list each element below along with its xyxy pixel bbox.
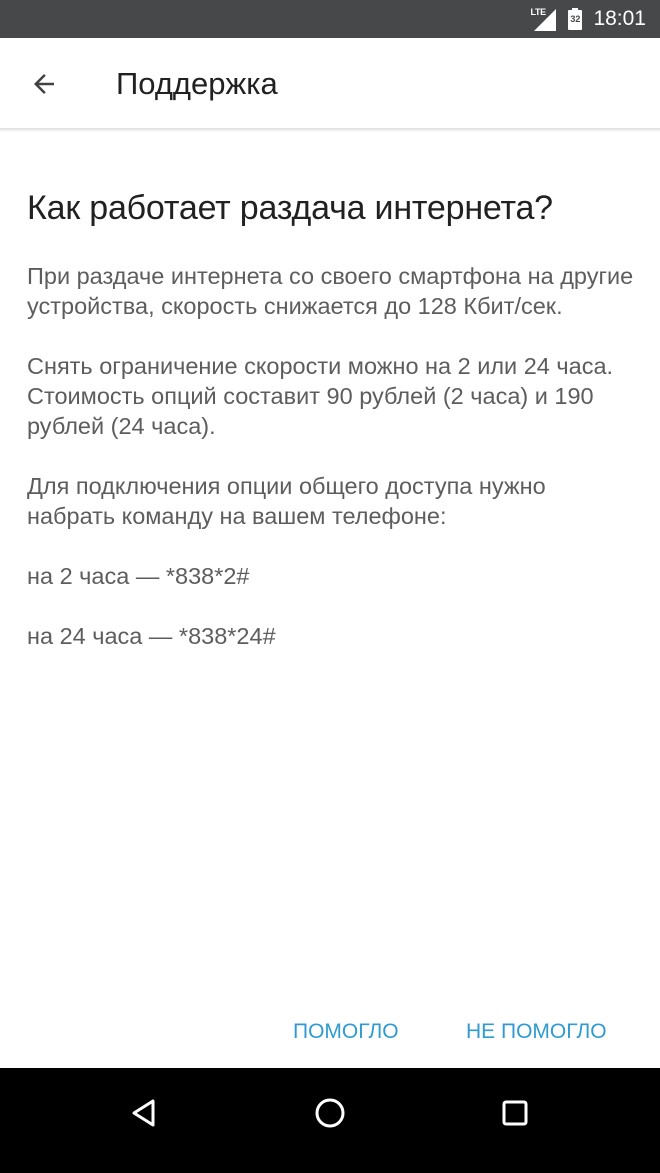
- article-paragraph-options: Снять ограничение скорости можно на 2 ил…: [27, 353, 614, 439]
- battery-level-label: 32: [570, 14, 581, 24]
- toolbar: Поддержка: [0, 38, 660, 128]
- status-icons: LTE 32 18:01: [528, 0, 646, 38]
- status-clock: 18:01: [593, 7, 646, 30]
- status-bar: LTE 32 18:01: [0, 0, 660, 38]
- square-recents-icon[interactable]: [485, 1083, 545, 1143]
- not-helped-button[interactable]: НЕ ПОМОГЛО: [466, 1015, 607, 1049]
- article-content: Как работает раздача интернета? При разд…: [27, 185, 637, 651]
- article-title: Как работает раздача интернета?: [27, 189, 553, 227]
- lte-signal-indicator: LTE: [528, 5, 558, 33]
- signal-icon: [534, 9, 557, 31]
- helped-button[interactable]: ПОМОГЛО: [293, 1015, 399, 1049]
- page-title: Поддержка: [116, 66, 278, 101]
- ussd-command-2h: на 2 часа — *838*2#: [27, 563, 250, 589]
- battery-icon: 32: [568, 8, 583, 30]
- article-paragraph-speed: При раздаче интернета со своего смартфон…: [27, 263, 634, 319]
- article-paragraph-instructions: Для подключения опции общего доступа нуж…: [27, 473, 546, 529]
- navigation-bar: [0, 1068, 660, 1173]
- ussd-command-24h: на 24 часа — *838*24#: [27, 623, 276, 649]
- circle-home-icon[interactable]: [300, 1083, 360, 1143]
- triangle-back-icon[interactable]: [114, 1083, 174, 1143]
- arrow-left-icon[interactable]: [29, 69, 59, 99]
- toolbar-divider: [0, 128, 660, 132]
